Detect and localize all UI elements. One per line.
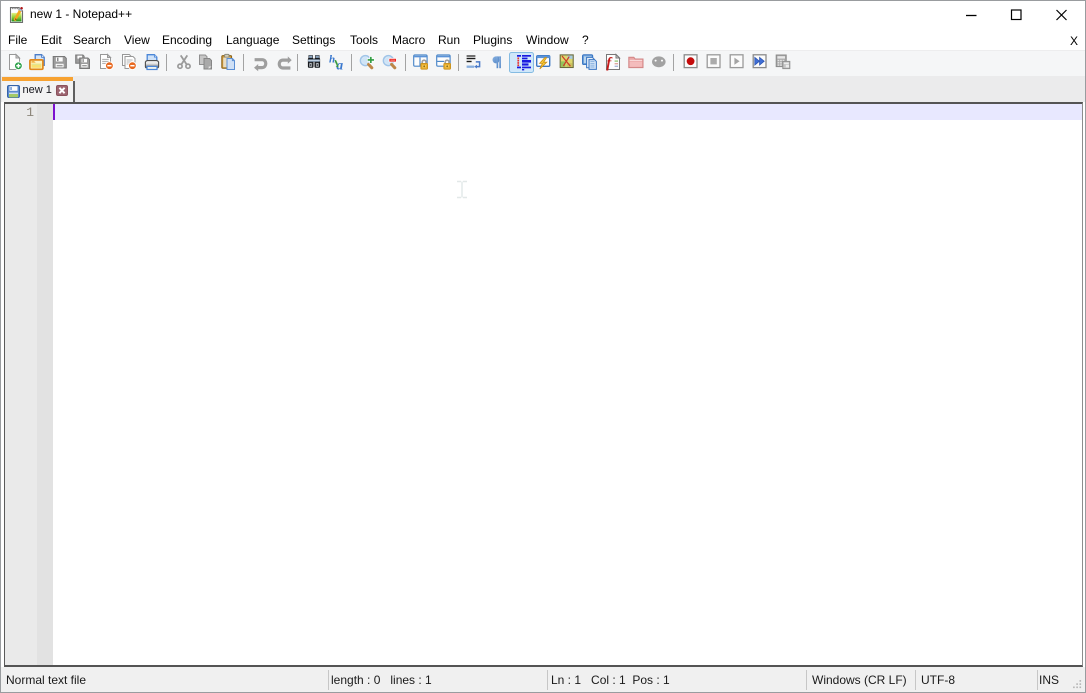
svg-text:h: h xyxy=(329,54,335,66)
